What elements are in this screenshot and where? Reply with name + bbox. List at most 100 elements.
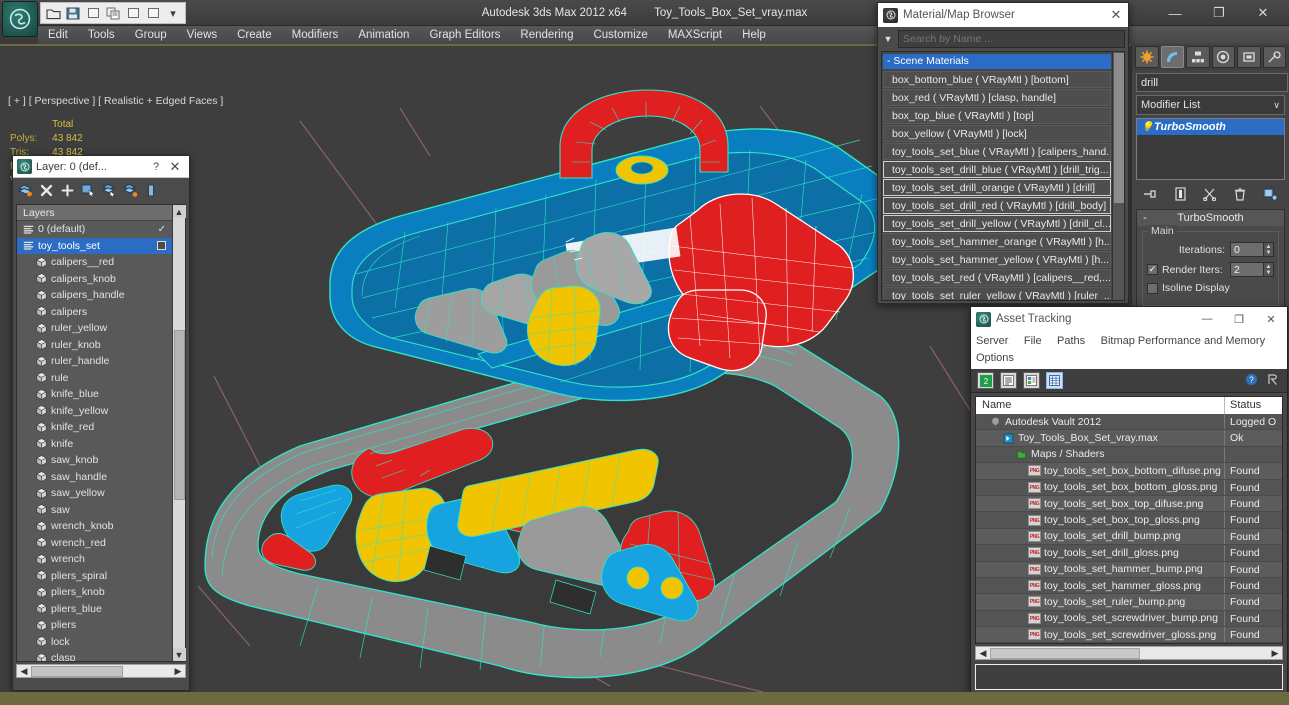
layer-row[interactable]: knife xyxy=(17,436,172,453)
isoline-display-checkbox[interactable] xyxy=(1147,282,1158,294)
layer-row[interactable]: ruler_handle xyxy=(17,353,172,370)
create-tab[interactable] xyxy=(1135,46,1159,68)
list-view-icon[interactable] xyxy=(1000,372,1017,389)
new-layer-icon[interactable] xyxy=(17,182,33,198)
asset-maximize-button[interactable]: ❐ xyxy=(1223,307,1255,331)
asset-menu-paths[interactable]: Paths xyxy=(1057,335,1085,347)
scroll-right-arrow-icon[interactable]: ▶ xyxy=(1268,648,1282,659)
asset-grid-horizontal-scrollbar[interactable]: ◀ ▶ xyxy=(975,646,1283,661)
asset-menu-file[interactable]: File xyxy=(1024,335,1042,347)
material-scroll-thumb[interactable] xyxy=(1114,53,1124,203)
material-list-item[interactable]: toy_tools_set_red ( VRayMtl ) [calipers_… xyxy=(883,269,1111,286)
layer-list[interactable]: Layers 0 (default) ✓ toy_tools_set calipers… xyxy=(17,205,172,661)
lightbulb-icon[interactable]: 💡 xyxy=(1141,122,1154,133)
motion-tab[interactable] xyxy=(1211,46,1235,68)
vault-refresh-icon[interactable]: 2 xyxy=(977,372,994,389)
material-list-item[interactable]: toy_tools_set_drill_yellow ( VRayMtl ) [… xyxy=(883,215,1111,232)
thumbnail-view-icon[interactable] xyxy=(1023,372,1040,389)
asset-tracking-title-bar[interactable]: Asset Tracking — ❐ ✕ xyxy=(971,307,1287,331)
material-list-scrollbar[interactable] xyxy=(1112,52,1124,300)
add-selection-icon[interactable] xyxy=(122,182,138,198)
asset-table-row[interactable]: Maps / Shaders xyxy=(976,446,1282,464)
asset-table-row[interactable]: Autodesk Vault 2012 Logged O xyxy=(976,414,1282,431)
add-layer-icon[interactable] xyxy=(59,182,75,198)
layer-row[interactable]: knife_yellow xyxy=(17,403,172,420)
modifier-stack-item-turbosmooth[interactable]: 💡 TurboSmooth xyxy=(1137,119,1284,135)
scroll-up-arrow-icon[interactable]: ▲ xyxy=(172,205,186,218)
set-key-icon[interactable] xyxy=(124,4,142,22)
asset-menu-bitmap-performance[interactable]: Bitmap Performance and Memory xyxy=(1101,335,1265,347)
menu-rendering[interactable]: Rendering xyxy=(510,26,583,44)
object-name-field[interactable] xyxy=(1136,73,1288,92)
scene-materials-group-header[interactable]: - Scene Materials xyxy=(883,54,1111,69)
chevron-down-icon[interactable]: ∨ xyxy=(1273,100,1280,111)
material-list-item[interactable]: box_top_blue ( VRayMtl ) [top] xyxy=(883,107,1111,124)
menu-edit[interactable]: Edit xyxy=(38,26,78,44)
asset-table-row[interactable]: PNG toy_tools_set_ruler_bump.png Found xyxy=(976,594,1282,611)
asset-table-row[interactable]: PNG toy_tools_set_drill_bump.png Found xyxy=(976,528,1282,546)
material-list[interactable]: - Scene Materials box_bottom_blue ( VRay… xyxy=(882,52,1112,300)
delete-layer-icon[interactable] xyxy=(38,182,54,198)
material-list-item[interactable]: toy_tools_set_drill_red ( VRayMtl ) [dri… xyxy=(883,197,1111,214)
more-tools-icon[interactable] xyxy=(143,182,159,198)
key-filters-icon[interactable] xyxy=(144,4,162,22)
layer-row[interactable]: ruler_knob xyxy=(17,337,172,354)
layer-row[interactable]: pliers_knob xyxy=(17,584,172,601)
layer-row[interactable]: lock xyxy=(17,634,172,651)
layer-row[interactable]: wrench_red xyxy=(17,535,172,552)
pin-stack-icon[interactable] xyxy=(1141,185,1161,203)
layer-row[interactable]: wrench xyxy=(17,551,172,568)
layer-row[interactable]: calipers_handle xyxy=(17,287,172,304)
layer-row[interactable]: saw_yellow xyxy=(17,485,172,502)
layer-row[interactable]: calipers xyxy=(17,304,172,321)
select-objects-icon[interactable] xyxy=(80,182,96,198)
layer-row[interactable]: pliers xyxy=(17,617,172,634)
asset-table-row[interactable]: PNG toy_tools_set_hammer_bump.png Found xyxy=(976,561,1282,578)
menu-views[interactable]: Views xyxy=(177,26,227,44)
modify-tab[interactable] xyxy=(1160,46,1184,68)
menu-group[interactable]: Group xyxy=(125,26,177,44)
layer-row[interactable]: 0 (default) ✓ xyxy=(17,221,172,238)
menu-create[interactable]: Create xyxy=(227,26,282,44)
context-help-icon[interactable] xyxy=(1265,373,1281,389)
asset-table-row[interactable]: PNG toy_tools_set_box_bottom_gloss.png Fou… xyxy=(976,479,1282,496)
rollout-collapse-icon[interactable]: - xyxy=(1137,212,1153,224)
layer-explorer-title-bar[interactable]: Layer: 0 (def... ? ✕ xyxy=(13,156,189,178)
material-browser-title-bar[interactable]: Material/Map Browser ✕ xyxy=(878,3,1128,27)
render-iters-checkbox[interactable]: ✓ xyxy=(1147,264,1158,275)
layer-list-horizontal-scrollbar[interactable]: ◀ ▶ xyxy=(16,664,186,678)
hscroll-thumb[interactable] xyxy=(31,665,123,677)
asset-table-row[interactable]: Toy_Tools_Box_Set_vray.max Ok xyxy=(976,430,1282,447)
render-iters-spinner-arrows[interactable]: ▲ ▼ xyxy=(1264,262,1274,277)
modifier-list-dropdown[interactable]: Modifier List ∨ xyxy=(1136,95,1285,115)
layer-row[interactable]: saw_handle xyxy=(17,469,172,486)
column-header-name[interactable]: Name xyxy=(976,397,1224,414)
menu-customize[interactable]: Customize xyxy=(583,26,657,44)
layer-row[interactable]: pliers_blue xyxy=(17,601,172,618)
asset-table-row[interactable]: PNG toy_tools_set_screwdriver_bump.png Fou… xyxy=(976,610,1282,628)
material-browser-close-button[interactable]: ✕ xyxy=(1106,7,1126,23)
layer-row[interactable]: saw xyxy=(17,502,172,519)
column-header-status[interactable]: Status xyxy=(1224,397,1282,414)
modifier-stack[interactable]: 💡 TurboSmooth xyxy=(1136,118,1285,180)
material-list-item[interactable]: toy_tools_set_drill_blue ( VRayMtl ) [dr… xyxy=(883,161,1111,178)
qat-dropdown-icon[interactable]: ▾ xyxy=(164,4,182,22)
show-end-result-icon[interactable] xyxy=(1171,185,1191,203)
layer-hide-toggle[interactable] xyxy=(157,241,166,251)
layer-row[interactable]: clasp xyxy=(17,650,172,661)
undo-icon[interactable] xyxy=(84,4,102,22)
layer-row[interactable]: pliers_spiral xyxy=(17,568,172,585)
layer-row[interactable]: knife_red xyxy=(17,419,172,436)
material-list-item[interactable]: toy_tools_set_drill_orange ( VRayMtl ) [… xyxy=(883,179,1111,196)
asset-minimize-button[interactable]: — xyxy=(1191,307,1223,331)
material-list-item[interactable]: toy_tools_set_hammer_yellow ( VRayMtl ) … xyxy=(883,251,1111,268)
material-list-item[interactable]: toy_tools_set_hammer_orange ( VRayMtl ) … xyxy=(883,233,1111,250)
utilities-tab[interactable] xyxy=(1262,46,1286,68)
material-list-item[interactable]: box_red ( VRayMtl ) [clasp, handle] xyxy=(883,89,1111,106)
redo-icon[interactable] xyxy=(104,4,122,22)
remove-modifier-icon[interactable] xyxy=(1230,185,1250,203)
menu-graph-editors[interactable]: Graph Editors xyxy=(419,26,510,44)
menu-help[interactable]: Help xyxy=(732,26,776,44)
layer-active-check-icon[interactable]: ✓ xyxy=(158,224,166,235)
make-unique-icon[interactable] xyxy=(1200,185,1220,203)
